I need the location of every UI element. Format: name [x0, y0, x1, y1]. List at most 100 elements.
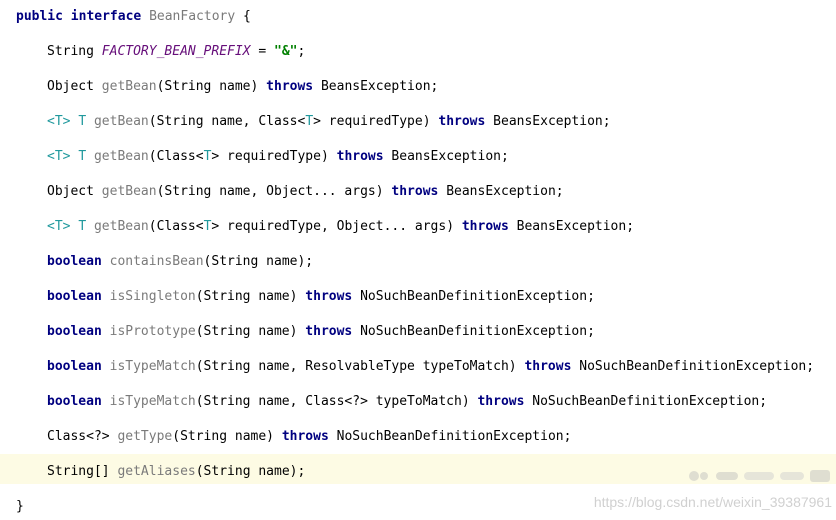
code-token: boolean — [47, 394, 102, 409]
code-token: Object — [47, 79, 102, 94]
code-token: <T> — [47, 114, 71, 129]
code-token: throws — [461, 219, 509, 234]
code-token: > requiredType) — [313, 114, 439, 129]
code-token: T — [305, 114, 314, 129]
code-line[interactable]: boolean containsBean(String name); — [0, 252, 836, 272]
code-line[interactable]: <T> T getBean(Class<T> requiredType, Obj… — [0, 217, 836, 237]
code-token: Object — [47, 184, 102, 199]
code-line[interactable]: Object getBean(String name) throws Beans… — [0, 77, 836, 97]
code-token: > requiredType, Object... args) — [211, 219, 462, 234]
code-token: (String name) — [195, 324, 306, 339]
code-token: containsBean — [109, 254, 204, 269]
code-token: T — [78, 219, 87, 234]
code-line[interactable]: public interface BeanFactory { — [0, 7, 836, 27]
code-text: <T> T getBean(String name, Class<T> requ… — [47, 112, 611, 132]
code-text: boolean containsBean(String name); — [47, 252, 313, 272]
code-text: boolean isSingleton(String name) throws … — [47, 287, 595, 307]
code-line[interactable]: <T> T getBean(Class<T> requiredType) thr… — [0, 147, 836, 167]
code-token: NoSuchBeanDefinitionException; — [328, 429, 572, 444]
code-token: (String name); — [195, 464, 306, 479]
code-token: (String name, Object... args) — [156, 184, 392, 199]
code-token: getAliases — [117, 464, 196, 479]
code-token: BeansException; — [485, 114, 611, 129]
code-token: throws — [336, 149, 384, 164]
code-token: } — [16, 499, 24, 514]
code-text: Object getBean(String name, Object... ar… — [47, 182, 564, 202]
code-token: BeansException; — [313, 79, 439, 94]
code-line[interactable]: String FACTORY_BEAN_PREFIX = "&"; — [0, 42, 836, 62]
code-token: (String name, Class<?> typeToMatch) — [195, 394, 478, 409]
code-token: T — [78, 114, 87, 129]
code-token: <T> — [47, 219, 71, 234]
code-line[interactable]: boolean isSingleton(String name) throws … — [0, 287, 836, 307]
code-token: throws — [524, 359, 572, 374]
code-line[interactable]: <T> T getBean(String name, Class<T> requ… — [0, 112, 836, 132]
code-token: isPrototype — [109, 324, 196, 339]
code-editor[interactable]: public interface BeanFactory { String FAC… — [0, 0, 836, 520]
code-token: (Class< — [148, 219, 204, 234]
code-token: boolean — [47, 324, 102, 339]
code-token: getBean — [101, 79, 157, 94]
code-token: throws — [438, 114, 486, 129]
code-text: boolean isTypeMatch(String name, Resolva… — [47, 357, 814, 377]
code-line[interactable]: boolean isPrototype(String name) throws … — [0, 322, 836, 342]
code-token: NoSuchBeanDefinitionException; — [571, 359, 815, 374]
code-token: = — [250, 44, 274, 59]
code-token: getType — [117, 429, 173, 444]
code-token: throws — [281, 429, 329, 444]
code-text: public interface BeanFactory { — [16, 7, 251, 27]
code-token: (String name) — [195, 289, 306, 304]
code-token: FACTORY_BEAN_PREFIX — [101, 44, 251, 59]
code-token: throws — [305, 324, 353, 339]
code-token: isTypeMatch — [109, 394, 196, 409]
code-token: boolean — [47, 289, 102, 304]
code-text: <T> T getBean(Class<T> requiredType) thr… — [47, 147, 509, 167]
code-line[interactable]: boolean isTypeMatch(String name, Class<?… — [0, 392, 836, 412]
code-token: BeanFactory — [149, 9, 236, 24]
code-line[interactable]: Object getBean(String name, Object... ar… — [0, 182, 836, 202]
code-line[interactable]: boolean isTypeMatch(String name, Resolva… — [0, 357, 836, 377]
code-token: (String name) — [156, 79, 267, 94]
code-text: } — [16, 497, 24, 517]
code-text: String[] getAliases(String name); — [47, 462, 305, 482]
code-token: (String name, Class< — [148, 114, 306, 129]
code-text: boolean isPrototype(String name) throws … — [47, 322, 595, 342]
code-text: boolean isTypeMatch(String name, Class<?… — [47, 392, 767, 412]
code-token: NoSuchBeanDefinitionException; — [352, 289, 595, 304]
code-token: (String name) — [172, 429, 282, 444]
code-line[interactable]: Class<?> getType(String name) throws NoS… — [0, 427, 836, 447]
code-token: public — [16, 9, 63, 24]
code-token: throws — [266, 79, 314, 94]
code-token: throws — [477, 394, 525, 409]
code-text: Class<?> getType(String name) throws NoS… — [47, 427, 571, 447]
code-token: BeansException; — [438, 184, 564, 199]
code-token: ; — [297, 44, 306, 59]
code-token: isTypeMatch — [109, 359, 196, 374]
code-token: throws — [305, 289, 353, 304]
code-token: (Class< — [148, 149, 204, 164]
code-text: Object getBean(String name) throws Beans… — [47, 77, 438, 97]
code-token: T — [78, 149, 87, 164]
code-token: <T> — [47, 149, 71, 164]
code-token: String — [47, 44, 102, 59]
code-token: BeansException; — [383, 149, 509, 164]
code-token: isSingleton — [109, 289, 196, 304]
code-token: throws — [391, 184, 439, 199]
code-token: > requiredType) — [211, 149, 337, 164]
code-token: boolean — [47, 254, 102, 269]
watermark-logo-icon — [689, 470, 830, 482]
code-token: getBean — [93, 114, 149, 129]
watermark-url: https://blog.csdn.net/weixin_39387961 — [593, 494, 832, 510]
code-text: String FACTORY_BEAN_PREFIX = "&"; — [47, 42, 305, 62]
code-token: getBean — [101, 184, 157, 199]
code-token: BeansException; — [508, 219, 635, 234]
